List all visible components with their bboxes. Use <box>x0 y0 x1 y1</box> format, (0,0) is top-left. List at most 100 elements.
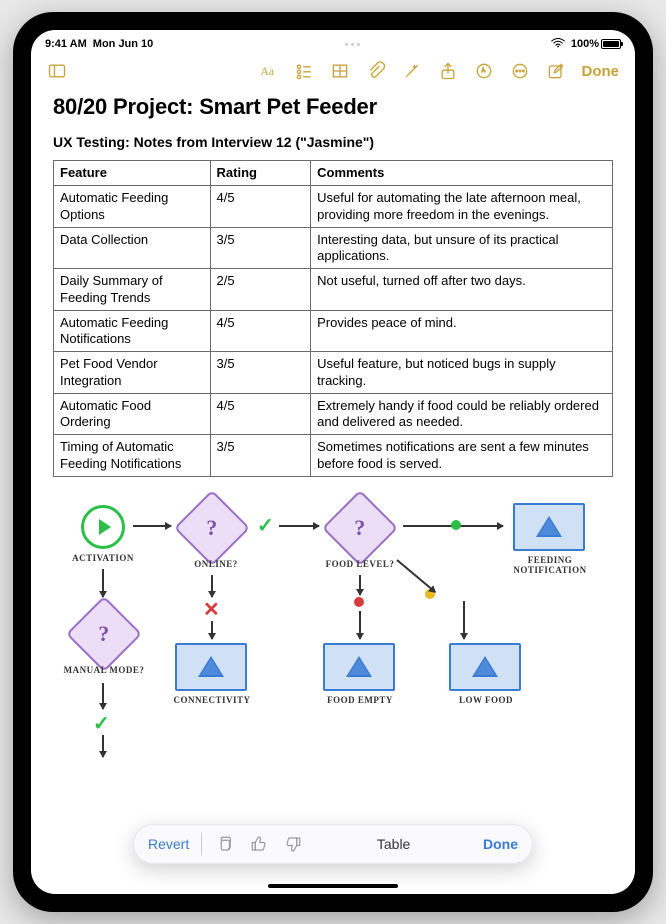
suggestion-bar: Revert Table Done <box>133 824 533 864</box>
ipad-frame: 9:41 AM Mon Jun 10 100% <box>13 12 653 912</box>
table-header-row: Feature Rating Comments <box>54 161 613 186</box>
arrow-icon <box>133 525 171 527</box>
battery-indicator: 100% <box>571 38 621 50</box>
compose-icon[interactable] <box>540 56 572 86</box>
flow-label-manual: Manual Mode? <box>59 665 149 675</box>
arrow-icon <box>359 575 361 595</box>
flow-box-low-food <box>449 643 521 691</box>
suggestion-done-button[interactable]: Done <box>483 836 518 852</box>
battery-percent: 100% <box>571 38 599 50</box>
flow-box-food-empty <box>323 643 395 691</box>
check-icon: ✓ <box>257 513 274 538</box>
flow-label-feeding-notif: Feeding Notification <box>505 555 595 575</box>
status-bar: 9:41 AM Mon Jun 10 100% <box>31 30 635 54</box>
dot-green-icon <box>451 520 461 530</box>
flow-box-connectivity <box>175 643 247 691</box>
home-indicator[interactable] <box>268 884 398 888</box>
flow-label-connectivity: Connectivity <box>167 695 257 705</box>
status-date: Mon Jun 10 <box>93 38 154 50</box>
screen: 9:41 AM Mon Jun 10 100% <box>31 30 635 894</box>
flow-label-food-empty: Food Empty <box>315 695 405 705</box>
table-row[interactable]: Timing of Automatic Feeding Notification… <box>54 435 613 477</box>
table-row[interactable]: Automatic Feeding Options 4/5 Useful for… <box>54 186 613 228</box>
notes-toolbar: Aa <box>31 54 635 88</box>
cell-feature: Data Collection <box>54 227 211 269</box>
done-button[interactable]: Done <box>576 63 626 80</box>
cell-comments: Provides peace of mind. <box>311 310 613 352</box>
alert-icon <box>348 658 370 676</box>
arrow-icon <box>211 621 213 639</box>
cell-rating: 3/5 <box>210 352 311 394</box>
flow-decision-foodlevel: ? <box>333 501 387 555</box>
revert-button[interactable]: Revert <box>148 836 189 852</box>
more-icon[interactable] <box>504 56 536 86</box>
suggestion-mode-label: Table <box>316 836 471 852</box>
alert-icon <box>474 658 496 676</box>
cell-feature: Automatic Feeding Options <box>54 186 211 228</box>
arrow-icon <box>102 683 104 709</box>
arrow-icon <box>211 575 213 597</box>
svg-text:Aa: Aa <box>260 65 274 78</box>
cross-icon: ✕ <box>203 597 220 622</box>
cell-rating: 4/5 <box>210 393 311 435</box>
check-icon: ✓ <box>93 711 110 736</box>
cell-comments: Useful for automating the late afternoon… <box>311 186 613 228</box>
cell-rating: 3/5 <box>210 435 311 477</box>
status-time: 9:41 AM <box>45 38 87 50</box>
text-format-icon[interactable]: Aa <box>252 56 284 86</box>
flow-decision-online: ? <box>185 501 239 555</box>
multitask-dots[interactable] <box>153 43 551 46</box>
table-row[interactable]: Automatic Food Ordering 4/5 Extremely ha… <box>54 393 613 435</box>
cell-feature: Timing of Automatic Feeding Notification… <box>54 435 211 477</box>
cell-rating: 2/5 <box>210 269 311 311</box>
attachment-icon[interactable] <box>360 56 392 86</box>
share-icon[interactable] <box>432 56 464 86</box>
table-row[interactable]: Automatic Feeding Notifications 4/5 Prov… <box>54 310 613 352</box>
col-comments: Comments <box>311 161 613 186</box>
checklist-icon[interactable] <box>288 56 320 86</box>
arrow-icon <box>359 611 361 639</box>
table-row[interactable]: Data Collection 3/5 Interesting data, bu… <box>54 227 613 269</box>
arrow-icon <box>463 601 465 639</box>
cell-rating: 3/5 <box>210 227 311 269</box>
flow-box-feeding-notif <box>513 503 585 551</box>
wifi-icon <box>551 38 565 51</box>
col-rating: Rating <box>210 161 311 186</box>
note-subtitle: UX Testing: Notes from Interview 12 ("Ja… <box>53 134 613 150</box>
copy-icon[interactable] <box>214 833 236 855</box>
thumbs-up-icon[interactable] <box>248 833 270 855</box>
arrow-icon <box>102 569 104 597</box>
cell-feature: Pet Food Vendor Integration <box>54 352 211 394</box>
cell-comments: Useful feature, but noticed bugs in supp… <box>311 352 613 394</box>
cell-feature: Automatic Feeding Notifications <box>54 310 211 352</box>
alert-icon <box>538 518 560 536</box>
cell-comments: Extremely handy if food could be reliabl… <box>311 393 613 435</box>
divider <box>201 833 202 855</box>
col-feature: Feature <box>54 161 211 186</box>
cell-comments: Not useful, turned off after two days. <box>311 269 613 311</box>
flow-label-activation: Activation <box>58 553 148 563</box>
markup-icon[interactable] <box>468 56 500 86</box>
feature-table[interactable]: Feature Rating Comments Automatic Feedin… <box>53 160 613 477</box>
arrow-icon <box>279 525 319 527</box>
cell-feature: Daily Summary of Feeding Trends <box>54 269 211 311</box>
flow-decision-manual: ? <box>77 607 131 661</box>
flow-label-foodlevel: Food Level? <box>315 559 405 569</box>
table-icon[interactable] <box>324 56 356 86</box>
cell-rating: 4/5 <box>210 186 311 228</box>
note-body[interactable]: 80/20 Project: Smart Pet Feeder UX Testi… <box>31 88 635 894</box>
magic-icon[interactable] <box>396 56 428 86</box>
table-row[interactable]: Daily Summary of Feeding Trends 2/5 Not … <box>54 269 613 311</box>
flow-label-online: Online? <box>171 559 261 569</box>
cell-comments: Sometimes notifications are sent a few m… <box>311 435 613 477</box>
sidebar-toggle-icon[interactable] <box>41 56 73 86</box>
note-title: 80/20 Project: Smart Pet Feeder <box>53 94 613 120</box>
flow-start <box>81 505 125 549</box>
flow-label-low-food: Low Food <box>441 695 531 705</box>
table-row[interactable]: Pet Food Vendor Integration 3/5 Useful f… <box>54 352 613 394</box>
cell-feature: Automatic Food Ordering <box>54 393 211 435</box>
arrow-icon <box>102 735 104 757</box>
arrow-icon <box>396 559 436 593</box>
flowchart-sketch[interactable]: Activation ? Online? ✓ ? Food Level? <box>53 489 613 769</box>
thumbs-down-icon[interactable] <box>282 833 304 855</box>
